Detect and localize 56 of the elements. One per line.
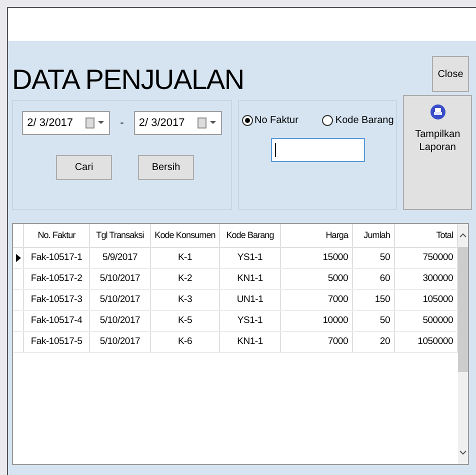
table-cell: Fak-10517-3 [24, 290, 90, 310]
table-cell: UN1-1 [220, 290, 281, 310]
table-cell: 150 [353, 290, 395, 310]
column-header[interactable]: Jumlah [353, 224, 395, 247]
radio-option[interactable]: No Faktur [242, 113, 298, 128]
filter-button[interactable]: Cari [56, 155, 112, 180]
table-cell: Fak-10517-2 [24, 269, 90, 289]
column-header[interactable]: Kode Konsumen [151, 224, 220, 247]
row-header[interactable] [13, 248, 24, 268]
filter-button[interactable]: Bersih [138, 155, 194, 180]
table-cell: 7000 [281, 332, 353, 352]
table-cell: 50 [353, 311, 395, 331]
table-cell: K-6 [151, 332, 220, 352]
table-cell: KN1-1 [220, 332, 281, 352]
table-cell: 20 [353, 332, 395, 352]
search-input[interactable] [270, 138, 365, 162]
table-cell: YS1-1 [220, 248, 281, 268]
current-row-icon [16, 254, 20, 262]
scroll-down-icon [459, 449, 467, 457]
table-cell: Fak-10517-1 [24, 248, 90, 268]
date-picker[interactable]: 2/ 3/2017 [134, 111, 222, 135]
table-cell: K-3 [151, 290, 220, 310]
table-cell: K-1 [151, 248, 220, 268]
range-separator: - [120, 116, 124, 131]
table-cell: 60 [353, 269, 395, 289]
report-button[interactable]: Tampilkan Laporan [403, 95, 472, 210]
table-cell: 7000 [281, 290, 353, 310]
table-cell: 5/9/2017 [90, 248, 151, 268]
table-cell: K-2 [151, 269, 220, 289]
column-header[interactable]: No. Faktur [24, 224, 90, 247]
table-cell: YS1-1 [220, 311, 281, 331]
date-picker[interactable]: 2/ 3/2017 [22, 111, 110, 135]
column-header[interactable]: Harga [281, 224, 353, 247]
calendar-dropdown-icon [196, 117, 217, 129]
close-button[interactable]: Close [432, 56, 469, 92]
table-cell: 5/10/2017 [90, 269, 151, 289]
scroll-up-icon [459, 231, 467, 239]
table-cell: 5/10/2017 [90, 332, 151, 352]
printer-icon [430, 104, 446, 120]
table-cell: K-5 [151, 311, 220, 331]
table-cell: 15000 [281, 248, 353, 268]
column-header[interactable]: Tgl Transaksi [90, 224, 151, 247]
table-cell: 50 [353, 248, 395, 268]
scrollbar-thumb[interactable] [458, 247, 468, 372]
radio-option[interactable]: Kode Barang [322, 113, 394, 128]
table-cell: 10000 [281, 311, 353, 331]
table-cell: 5/10/2017 [90, 311, 151, 331]
table-cell: Fak-10517-4 [24, 311, 90, 331]
table-cell: Fak-10517-5 [24, 332, 90, 352]
vertical-scrollbar[interactable] [458, 224, 468, 464]
calendar-dropdown-icon [85, 117, 106, 129]
page-title: DATA PENJUALAN [12, 66, 244, 94]
column-header[interactable]: Kode Barang [220, 224, 281, 247]
table-cell: KN1-1 [220, 269, 281, 289]
table-cell: 5/10/2017 [90, 290, 151, 310]
table-cell: 5000 [281, 269, 353, 289]
